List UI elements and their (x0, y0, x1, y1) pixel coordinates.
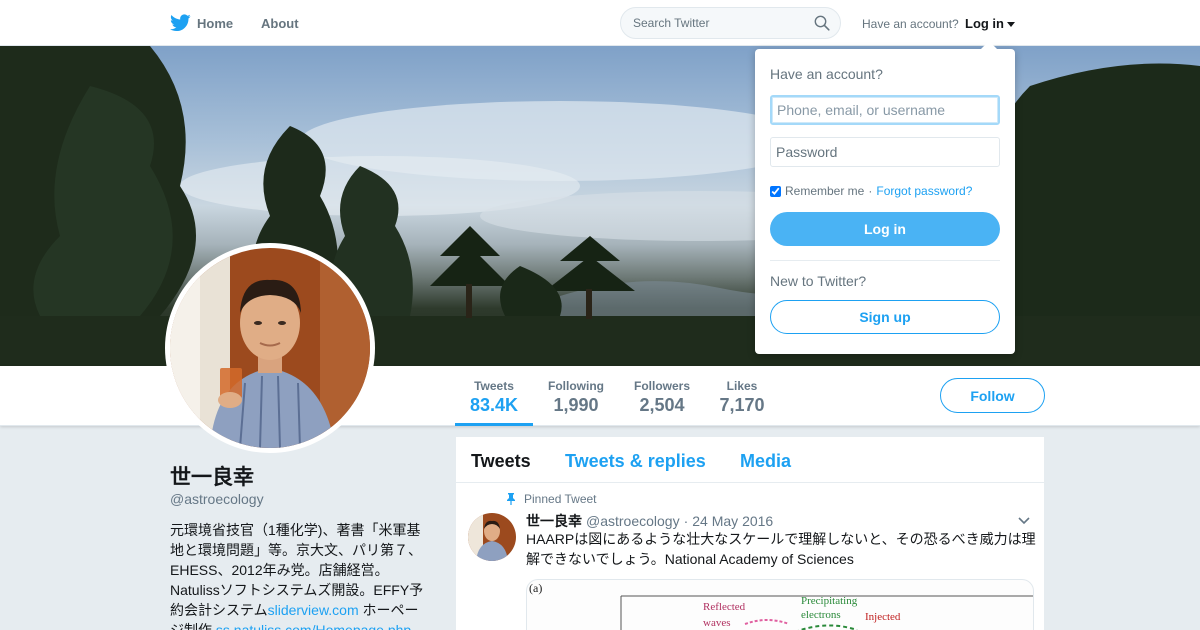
pinned-label: Pinned Tweet (524, 492, 597, 506)
search-icon[interactable] (814, 15, 830, 31)
tweet-author-handle[interactable]: @astroecology (586, 513, 680, 529)
username-field[interactable] (770, 95, 1000, 125)
stat-likes[interactable]: Likes 7,170 (713, 366, 771, 426)
tab-media[interactable]: Media (740, 451, 791, 472)
media-label-waves: waves (703, 617, 731, 629)
remember-row: Remember me · Forgot password? (770, 184, 972, 198)
password-field[interactable] (770, 137, 1000, 167)
tweet-media[interactable]: (a) Reflected waves Precipitating electr… (526, 579, 1034, 630)
nav-home-link[interactable]: Home (170, 14, 233, 32)
tab-tweets-replies[interactable]: Tweets & replies (565, 451, 706, 472)
tab-tweets[interactable]: Tweets (471, 451, 531, 472)
stat-followers[interactable]: Followers 2,504 (627, 366, 697, 426)
media-label-reflected: Reflected (703, 601, 746, 613)
stat-label: Tweets (474, 379, 514, 393)
tweet-avatar[interactable] (468, 513, 516, 561)
avatar-photo (170, 248, 370, 448)
forgot-password-link[interactable]: Forgot password? (876, 184, 972, 198)
login-dropdown-title: Have an account? (770, 66, 883, 82)
tweet-header: 世一良幸 @astroecology · 24 May 2016 (526, 511, 773, 531)
have-account-text: Have an account? (862, 17, 959, 31)
stat-following[interactable]: Following 1,990 (543, 366, 609, 426)
stat-label: Following (548, 379, 604, 393)
profile-avatar[interactable] (165, 243, 375, 453)
media-label-precipitating: Precipitating (801, 595, 858, 607)
tweet-date[interactable]: 24 May 2016 (692, 513, 773, 529)
tweet-author-name[interactable]: 世一良幸 (526, 511, 582, 531)
stat-value: 2,504 (639, 395, 685, 415)
login-menu-label: Log in (965, 16, 1004, 31)
new-to-twitter-text: New to Twitter? (770, 273, 867, 289)
nav-about-link[interactable]: About (261, 16, 299, 31)
timeline-tabs: Tweets Tweets & replies Media (456, 437, 1044, 483)
timeline: Tweets Tweets & replies Media Pinned Twe… (456, 437, 1044, 630)
signup-button[interactable]: Sign up (770, 300, 1000, 334)
profile-name: 世一良幸 (170, 466, 254, 489)
media-label-electrons: electrons (801, 609, 841, 621)
search-input[interactable] (621, 8, 801, 38)
nav-home-label: Home (197, 15, 234, 31)
tweet-text: HAARPは図にあるような壮大なスケールで理解しないと、その恐るべき威力は理解で… (526, 531, 1036, 567)
search-box (620, 7, 841, 39)
caret-down-icon (1007, 21, 1015, 27)
bio-link[interactable]: sliderview.com (268, 602, 359, 618)
remember-separator: · (868, 184, 873, 198)
stat-tweets[interactable]: Tweets 83.4K (455, 366, 533, 426)
pinned-indicator: Pinned Tweet (506, 492, 597, 506)
stat-value: 1,990 (553, 395, 599, 415)
stat-label: Followers (633, 379, 690, 393)
media-label-injected: Injected (865, 611, 901, 623)
top-navigation: Home About Have an account? Log in (0, 0, 1200, 46)
stat-value: 7,170 (719, 395, 765, 415)
stat-label: Likes (726, 379, 758, 393)
follow-button[interactable]: Follow (940, 378, 1045, 413)
login-button[interactable]: Log in (770, 212, 1000, 246)
media-diagram-image: (a) Reflected waves Precipitating electr… (529, 581, 1033, 630)
twitter-bird-icon (170, 14, 191, 32)
dropdown-divider (770, 260, 1000, 261)
login-menu-toggle[interactable]: Log in (965, 16, 1015, 31)
media-label-a: (a) (529, 581, 542, 595)
bio-link-2[interactable]: ss.natuliss.com/Homepage.php (216, 622, 411, 630)
remember-me-label[interactable]: Remember me (785, 184, 864, 198)
remember-me-checkbox[interactable] (770, 185, 781, 197)
stat-value: 83.4K (469, 395, 519, 415)
tweet-separator: · (683, 513, 689, 529)
pin-icon (507, 493, 515, 505)
profile-handle[interactable]: @astroecology (170, 491, 264, 507)
tweet-menu-chevron-icon[interactable] (1018, 517, 1030, 525)
login-dropdown: Have an account? Remember me · Forgot pa… (755, 41, 1015, 354)
profile-bio: 元環境省技官（1種化学)、著書「米軍基地と環境問題」等。京大文、パリ第７、EHE… (170, 520, 432, 630)
